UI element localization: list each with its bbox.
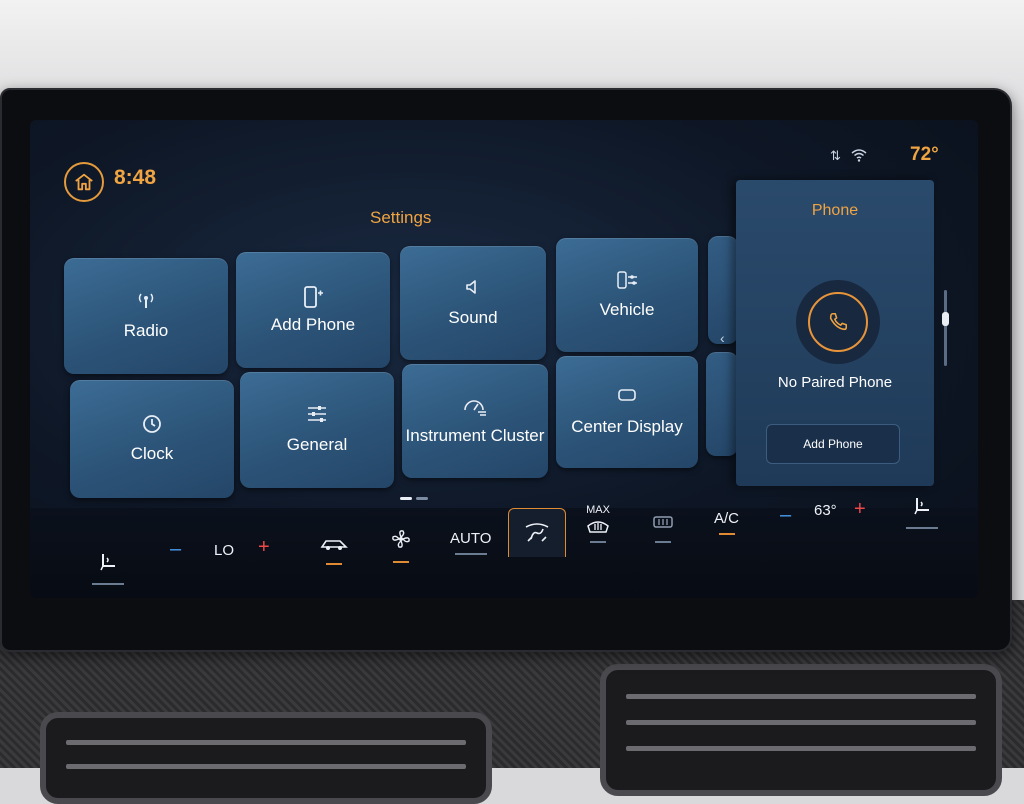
max-defrost-button[interactable]: MAX (586, 504, 610, 543)
general-label: General (286, 435, 348, 454)
clock-time: 8:48 (114, 166, 157, 189)
infotainment-screen: 8:48 ⇅ 72° Settings Radio Add Phone Soun… (30, 120, 978, 598)
outside-temperature: 72° (910, 144, 939, 165)
passenger-seat-heat-button[interactable] (906, 496, 938, 529)
ac-button[interactable]: A/C (714, 510, 739, 535)
no-paired-phone-text: No Paired Phone (777, 374, 893, 391)
next-page-tile-2[interactable] (706, 352, 738, 456)
scrollbar-track[interactable] (944, 290, 947, 366)
instrument-cluster-tile[interactable]: Instrument Cluster (402, 364, 548, 478)
windshield-airflow-icon (525, 523, 549, 542)
panel-collapse-chevron-icon[interactable]: ‹ (720, 330, 725, 346)
center-display-label: Center Display (571, 417, 683, 436)
instrument-cluster-label: Instrument Cluster (405, 426, 545, 445)
auto-label: AUTO (450, 530, 492, 547)
data-transfer-icon: ⇅ (830, 148, 841, 163)
status-icons: ⇅ (830, 148, 867, 164)
ac-label: A/C (714, 510, 740, 527)
front-defrost-icon (587, 521, 609, 533)
vehicle-settings-icon (615, 270, 639, 290)
radio-tile[interactable]: Radio (64, 258, 228, 374)
right-air-vent (600, 664, 1002, 796)
sound-label: Sound (448, 308, 498, 327)
settings-title: Settings (370, 208, 432, 227)
home-button[interactable] (64, 162, 104, 202)
driver-temp-up-button[interactable]: + (258, 536, 270, 559)
fan-icon (392, 530, 410, 548)
radio-label: Radio (123, 321, 169, 340)
rear-defrost-button[interactable] (652, 514, 674, 543)
speaker-icon (464, 278, 482, 298)
airflow-button[interactable] (320, 536, 348, 565)
phone-icon (829, 312, 848, 331)
gauge-icon (463, 396, 487, 416)
passenger-temp-value: 63° (814, 502, 837, 519)
sound-tile[interactable]: Sound (400, 246, 546, 360)
home-icon (75, 173, 93, 191)
add-phone-label: Add Phone (270, 315, 356, 334)
seat-heat-icon (100, 554, 115, 571)
passenger-temp-up-button[interactable]: + (854, 498, 866, 521)
clock-label: Clock (130, 444, 174, 463)
phone-call-button[interactable] (796, 280, 880, 364)
center-display-tile[interactable]: Center Display (556, 356, 698, 468)
phone-panel-title: Phone (811, 202, 859, 219)
climate-bar: – LO + AUTO MAX A/C – 63° + (30, 498, 978, 598)
next-page-tile[interactable] (708, 236, 738, 344)
general-tile[interactable]: General (240, 372, 394, 488)
add-phone-button[interactable]: Add Phone (766, 424, 900, 464)
recirculation-button[interactable] (508, 508, 566, 557)
vehicle-tile[interactable]: Vehicle (556, 238, 698, 352)
rear-defrost-icon (653, 516, 673, 528)
fan-speed-button[interactable] (390, 528, 412, 563)
vehicle-label: Vehicle (599, 300, 655, 319)
page-indicator (400, 497, 428, 500)
sliders-icon (306, 405, 328, 425)
display-icon (617, 387, 637, 407)
left-air-vent (40, 712, 492, 804)
auto-climate-button[interactable]: AUTO (450, 530, 491, 555)
add-phone-icon (302, 285, 324, 308)
scrollbar-thumb[interactable] (942, 312, 949, 326)
phone-panel: Phone No Paired Phone Add Phone (736, 180, 934, 486)
clock-tile[interactable]: Clock (70, 380, 234, 498)
wifi-icon (851, 149, 867, 162)
clock-icon (142, 414, 162, 434)
antenna-icon (136, 291, 156, 311)
driver-seat-heat-button[interactable] (92, 552, 124, 585)
car-airflow-icon (320, 540, 348, 550)
add-phone-tile[interactable]: Add Phone (236, 252, 390, 368)
passenger-temp-down-button[interactable]: – (780, 504, 791, 527)
driver-temp-value: LO (214, 542, 235, 559)
seat-heat-icon (914, 498, 929, 515)
driver-temp-down-button[interactable]: – (170, 538, 181, 561)
max-label: MAX (586, 504, 610, 516)
